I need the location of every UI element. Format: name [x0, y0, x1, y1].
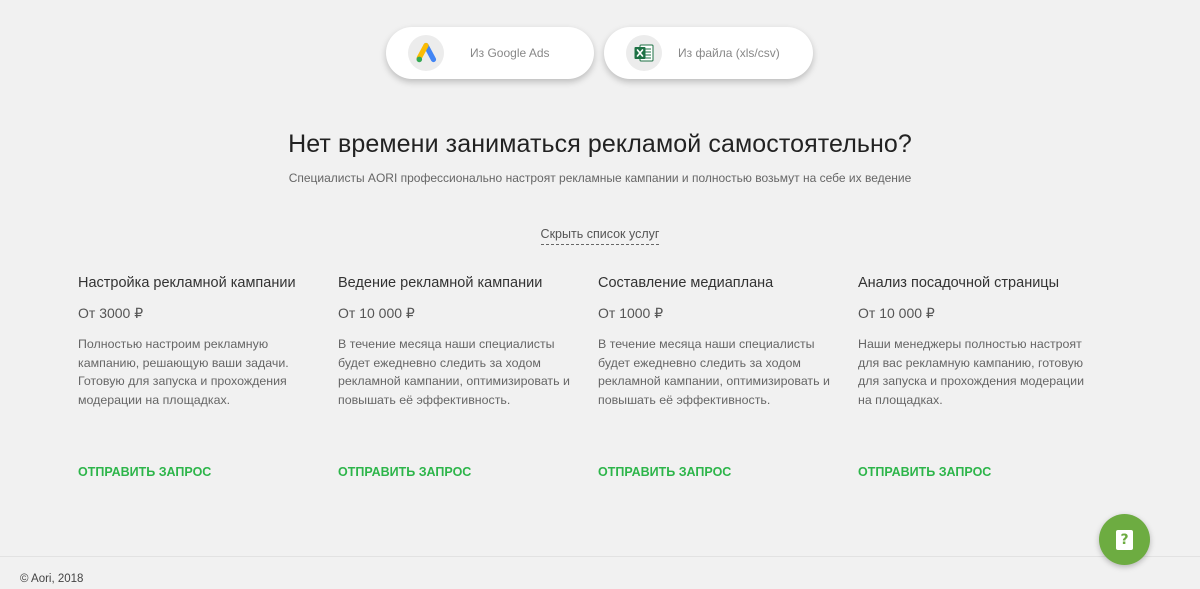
import-file-button[interactable]: Из файла (xls/csv) [604, 27, 813, 79]
service-title: Настройка рекламной кампании [78, 275, 296, 291]
page-subtitle: Специалисты AORI профессионально настроя… [288, 171, 912, 185]
service-card: Составление медиаплана От 1000 ₽ В течен… [598, 275, 858, 485]
service-description: Полностью настроим рекламную кампанию, р… [78, 337, 289, 407]
send-request-button[interactable]: ОТПРАВИТЬ ЗАПРОС [338, 465, 471, 479]
services-list: Настройка рекламной кампании От 3000 ₽ П… [78, 275, 1118, 485]
service-title: Ведение рекламной кампании [338, 275, 543, 291]
send-request-button[interactable]: ОТПРАВИТЬ ЗАПРОС [858, 465, 991, 479]
service-price: От 3000 ₽ [78, 305, 144, 321]
service-description: Наши менеджеры полностью настроят для ва… [858, 337, 1085, 407]
service-card: Анализ посадочной страницы От 10 000 ₽ Н… [858, 275, 1118, 485]
help-button[interactable]: ? [1099, 514, 1150, 565]
service-title: Анализ посадочной страницы [858, 275, 1060, 291]
footer-divider [0, 556, 1200, 557]
service-title: Составление медиаплана [598, 275, 774, 291]
service-description: В течение месяца наши специалисты будет … [338, 337, 570, 407]
service-card: Настройка рекламной кампании От 3000 ₽ П… [78, 275, 338, 485]
hide-services-link[interactable]: Скрыть список услуг [540, 227, 660, 245]
service-price: От 10 000 ₽ [858, 305, 935, 321]
import-google-ads-button[interactable]: Из Google Ads [386, 27, 594, 79]
service-price: От 1000 ₽ [598, 305, 664, 321]
import-source-buttons: Из Google Ads Из файла (xls/csv) [386, 27, 813, 79]
import-google-ads-label: Из Google Ads [470, 46, 550, 60]
service-price: От 10 000 ₽ [338, 305, 415, 321]
service-card: Ведение рекламной кампании От 10 000 ₽ В… [338, 275, 598, 485]
toggle-services-container: Скрыть список услуг [0, 225, 1200, 245]
import-file-label: Из файла (xls/csv) [678, 46, 780, 60]
footer-copyright: © Aori, 2018 [20, 573, 84, 585]
send-request-button[interactable]: ОТПРАВИТЬ ЗАПРОС [78, 465, 211, 479]
google-ads-icon [408, 35, 444, 71]
send-request-button[interactable]: ОТПРАВИТЬ ЗАПРОС [598, 465, 731, 479]
excel-icon [626, 35, 662, 71]
service-description: В течение месяца наши специалисты будет … [598, 337, 830, 407]
help-question-icon: ? [1116, 529, 1133, 550]
page-title: Нет времени заниматься рекламой самостоя… [288, 130, 912, 158]
